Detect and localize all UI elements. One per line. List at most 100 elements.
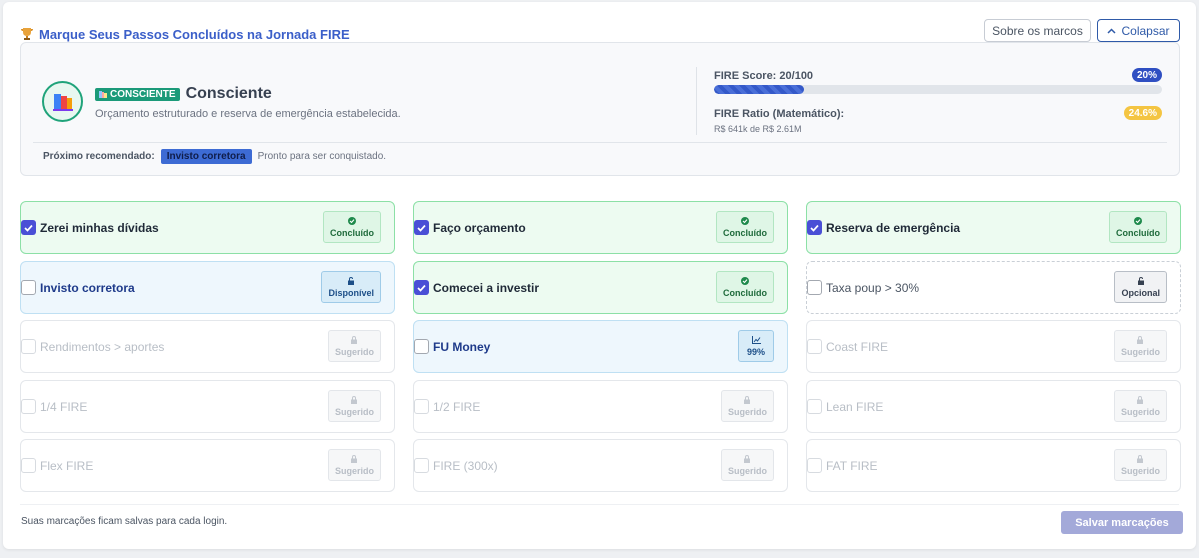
milestone-status-tag: Sugerido [327, 449, 381, 481]
milestone-checkbox[interactable] [807, 399, 822, 414]
lock-icon [744, 395, 751, 404]
about-milestones-button[interactable]: Sobre os marcos [984, 19, 1091, 42]
fire-score-progress-fill [714, 85, 804, 94]
milestone-status-text: Sugerido [727, 406, 767, 417]
milestone-card[interactable]: FAT FIRE Sugerido [806, 439, 1181, 492]
milestone-status-tag: Disponível [321, 271, 381, 303]
milestone-status-tag: Sugerido [327, 330, 381, 362]
milestone-status-tag: Sugerido [720, 390, 774, 422]
milestone-checkbox[interactable] [414, 280, 429, 295]
milestone-card[interactable]: Reserva de emergência Concluído [806, 201, 1181, 254]
milestone-checkbox[interactable] [21, 339, 36, 354]
milestone-status-tag: Sugerido [1113, 330, 1167, 362]
check-circle-icon [1134, 216, 1142, 225]
milestone-card[interactable]: Faço orçamento Concluído [413, 201, 788, 254]
milestone-card[interactable]: Lean FIRE Sugerido [806, 380, 1181, 433]
level-info: CONSCIENTE Consciente Orçamento estrutur… [95, 85, 401, 120]
milestone-label: Zerei minhas dívidas [40, 220, 159, 235]
milestone-status-tag: Concluído [323, 211, 381, 243]
next-recommended-desc: Pronto para ser conquistado. [257, 151, 387, 162]
books-icon [99, 91, 107, 98]
milestone-status-text: 99% [746, 346, 765, 357]
milestone-checkbox[interactable] [807, 339, 822, 354]
footer-divider [20, 504, 1179, 505]
fire-score-pill: 20% [1131, 68, 1162, 82]
next-recommended-chip[interactable]: Invisto corretora [160, 149, 252, 164]
milestone-card[interactable]: FU Money 99% [413, 320, 788, 373]
milestone-checkbox[interactable] [21, 458, 36, 473]
milestone-card[interactable]: FIRE (300x) Sugerido [413, 439, 788, 492]
chevron-up-icon [1107, 27, 1117, 34]
milestone-checkbox[interactable] [21, 399, 36, 414]
milestone-card[interactable]: 1/4 FIRE Sugerido [20, 380, 395, 433]
milestone-label: Taxa poup > 30% [826, 280, 920, 295]
milestone-card[interactable]: Taxa poup > 30% Opcional [806, 261, 1181, 314]
collapse-button[interactable]: Colapsar [1097, 19, 1180, 42]
level-badge: CONSCIENTE [95, 87, 180, 101]
status-divider [33, 142, 1167, 143]
milestone-checkbox[interactable] [21, 280, 36, 295]
milestone-card[interactable]: Zerei minhas dívidas Concluído [20, 201, 395, 254]
milestone-status-text: Opcional [1121, 287, 1160, 298]
milestone-label: Flex FIRE [40, 458, 94, 473]
lock-icon [351, 454, 358, 463]
milestone-checkbox[interactable] [807, 458, 822, 473]
milestone-status-tag: Concluído [1109, 211, 1167, 243]
level-name: Consciente [185, 85, 272, 102]
milestone-checkbox[interactable] [807, 280, 822, 295]
check-circle-icon [348, 216, 356, 225]
header-actions: Sobre os marcos Colapsar [984, 19, 1180, 42]
milestone-label: Reserva de emergência [826, 220, 961, 235]
milestone-checkbox[interactable] [807, 220, 822, 235]
fire-score-label: FIRE Score: 20/100 [714, 70, 814, 82]
lock-icon [1137, 395, 1144, 404]
books-icon [52, 93, 73, 111]
milestone-status-text: Concluído [723, 227, 767, 238]
milestone-status-tag: Opcional [1114, 271, 1167, 303]
milestones-panel: Marque Seus Passos Concluídos na Jornada… [3, 2, 1196, 549]
milestone-status-tag: Sugerido [1113, 449, 1167, 481]
milestone-label: 1/2 FIRE [433, 399, 481, 414]
milestone-label: FIRE (300x) [433, 458, 498, 473]
milestone-card[interactable]: Coast FIRE Sugerido [806, 320, 1181, 373]
score-area: FIRE Score: 20/100 20% FIRE Ratio (Matem… [696, 67, 1162, 135]
milestone-status-text: Concluído [330, 227, 374, 238]
lock-icon [744, 454, 751, 463]
collapse-label: Colapsar [1121, 23, 1170, 38]
level-description: Orçamento estruturado e reserva de emerg… [95, 108, 401, 120]
milestone-card[interactable]: Flex FIRE Sugerido [20, 439, 395, 492]
milestone-status-text: Sugerido [334, 346, 374, 357]
milestone-checkbox[interactable] [21, 220, 36, 235]
milestone-status-text: Concluído [1116, 227, 1160, 238]
milestone-checkbox[interactable] [414, 458, 429, 473]
milestone-card[interactable]: Comecei a investir Concluído [413, 261, 788, 314]
milestone-checkbox[interactable] [414, 399, 429, 414]
milestone-checkbox[interactable] [414, 339, 429, 354]
milestone-label: Coast FIRE [826, 339, 889, 354]
milestone-card[interactable]: Invisto corretora Disponível [20, 261, 395, 314]
milestone-status-tag: Sugerido [1113, 390, 1167, 422]
milestone-label: Faço orçamento [433, 220, 526, 235]
milestone-card[interactable]: 1/2 FIRE Sugerido [413, 380, 788, 433]
milestone-status-text: Disponível [328, 287, 374, 298]
milestone-label: Rendimentos > aportes [40, 339, 165, 354]
unlock-icon [1137, 276, 1144, 285]
status-card: CONSCIENTE Consciente Orçamento estrutur… [20, 42, 1180, 176]
panel-title: Marque Seus Passos Concluídos na Jornada… [21, 27, 350, 42]
milestone-label: Invisto corretora [40, 280, 135, 295]
save-marks-button[interactable]: Salvar marcações [1061, 511, 1183, 534]
footer-note: Suas marcações ficam salvas para cada lo… [21, 516, 228, 527]
fire-score-progress-bar [714, 85, 1162, 94]
milestone-label: Lean FIRE [826, 399, 884, 414]
chart-icon [751, 335, 761, 344]
milestone-status-text: Sugerido [1120, 346, 1160, 357]
check-circle-icon [741, 276, 749, 285]
fire-ratio-label: FIRE Ratio (Matemático): [714, 108, 845, 120]
trophy-icon [21, 28, 33, 40]
milestone-card[interactable]: Rendimentos > aportes Sugerido [20, 320, 395, 373]
milestone-status-tag: 99% [738, 330, 774, 362]
milestone-status-tag: Sugerido [720, 449, 774, 481]
milestone-checkbox[interactable] [414, 220, 429, 235]
milestone-label: FU Money [433, 339, 491, 354]
milestone-status-tag: Sugerido [327, 390, 381, 422]
